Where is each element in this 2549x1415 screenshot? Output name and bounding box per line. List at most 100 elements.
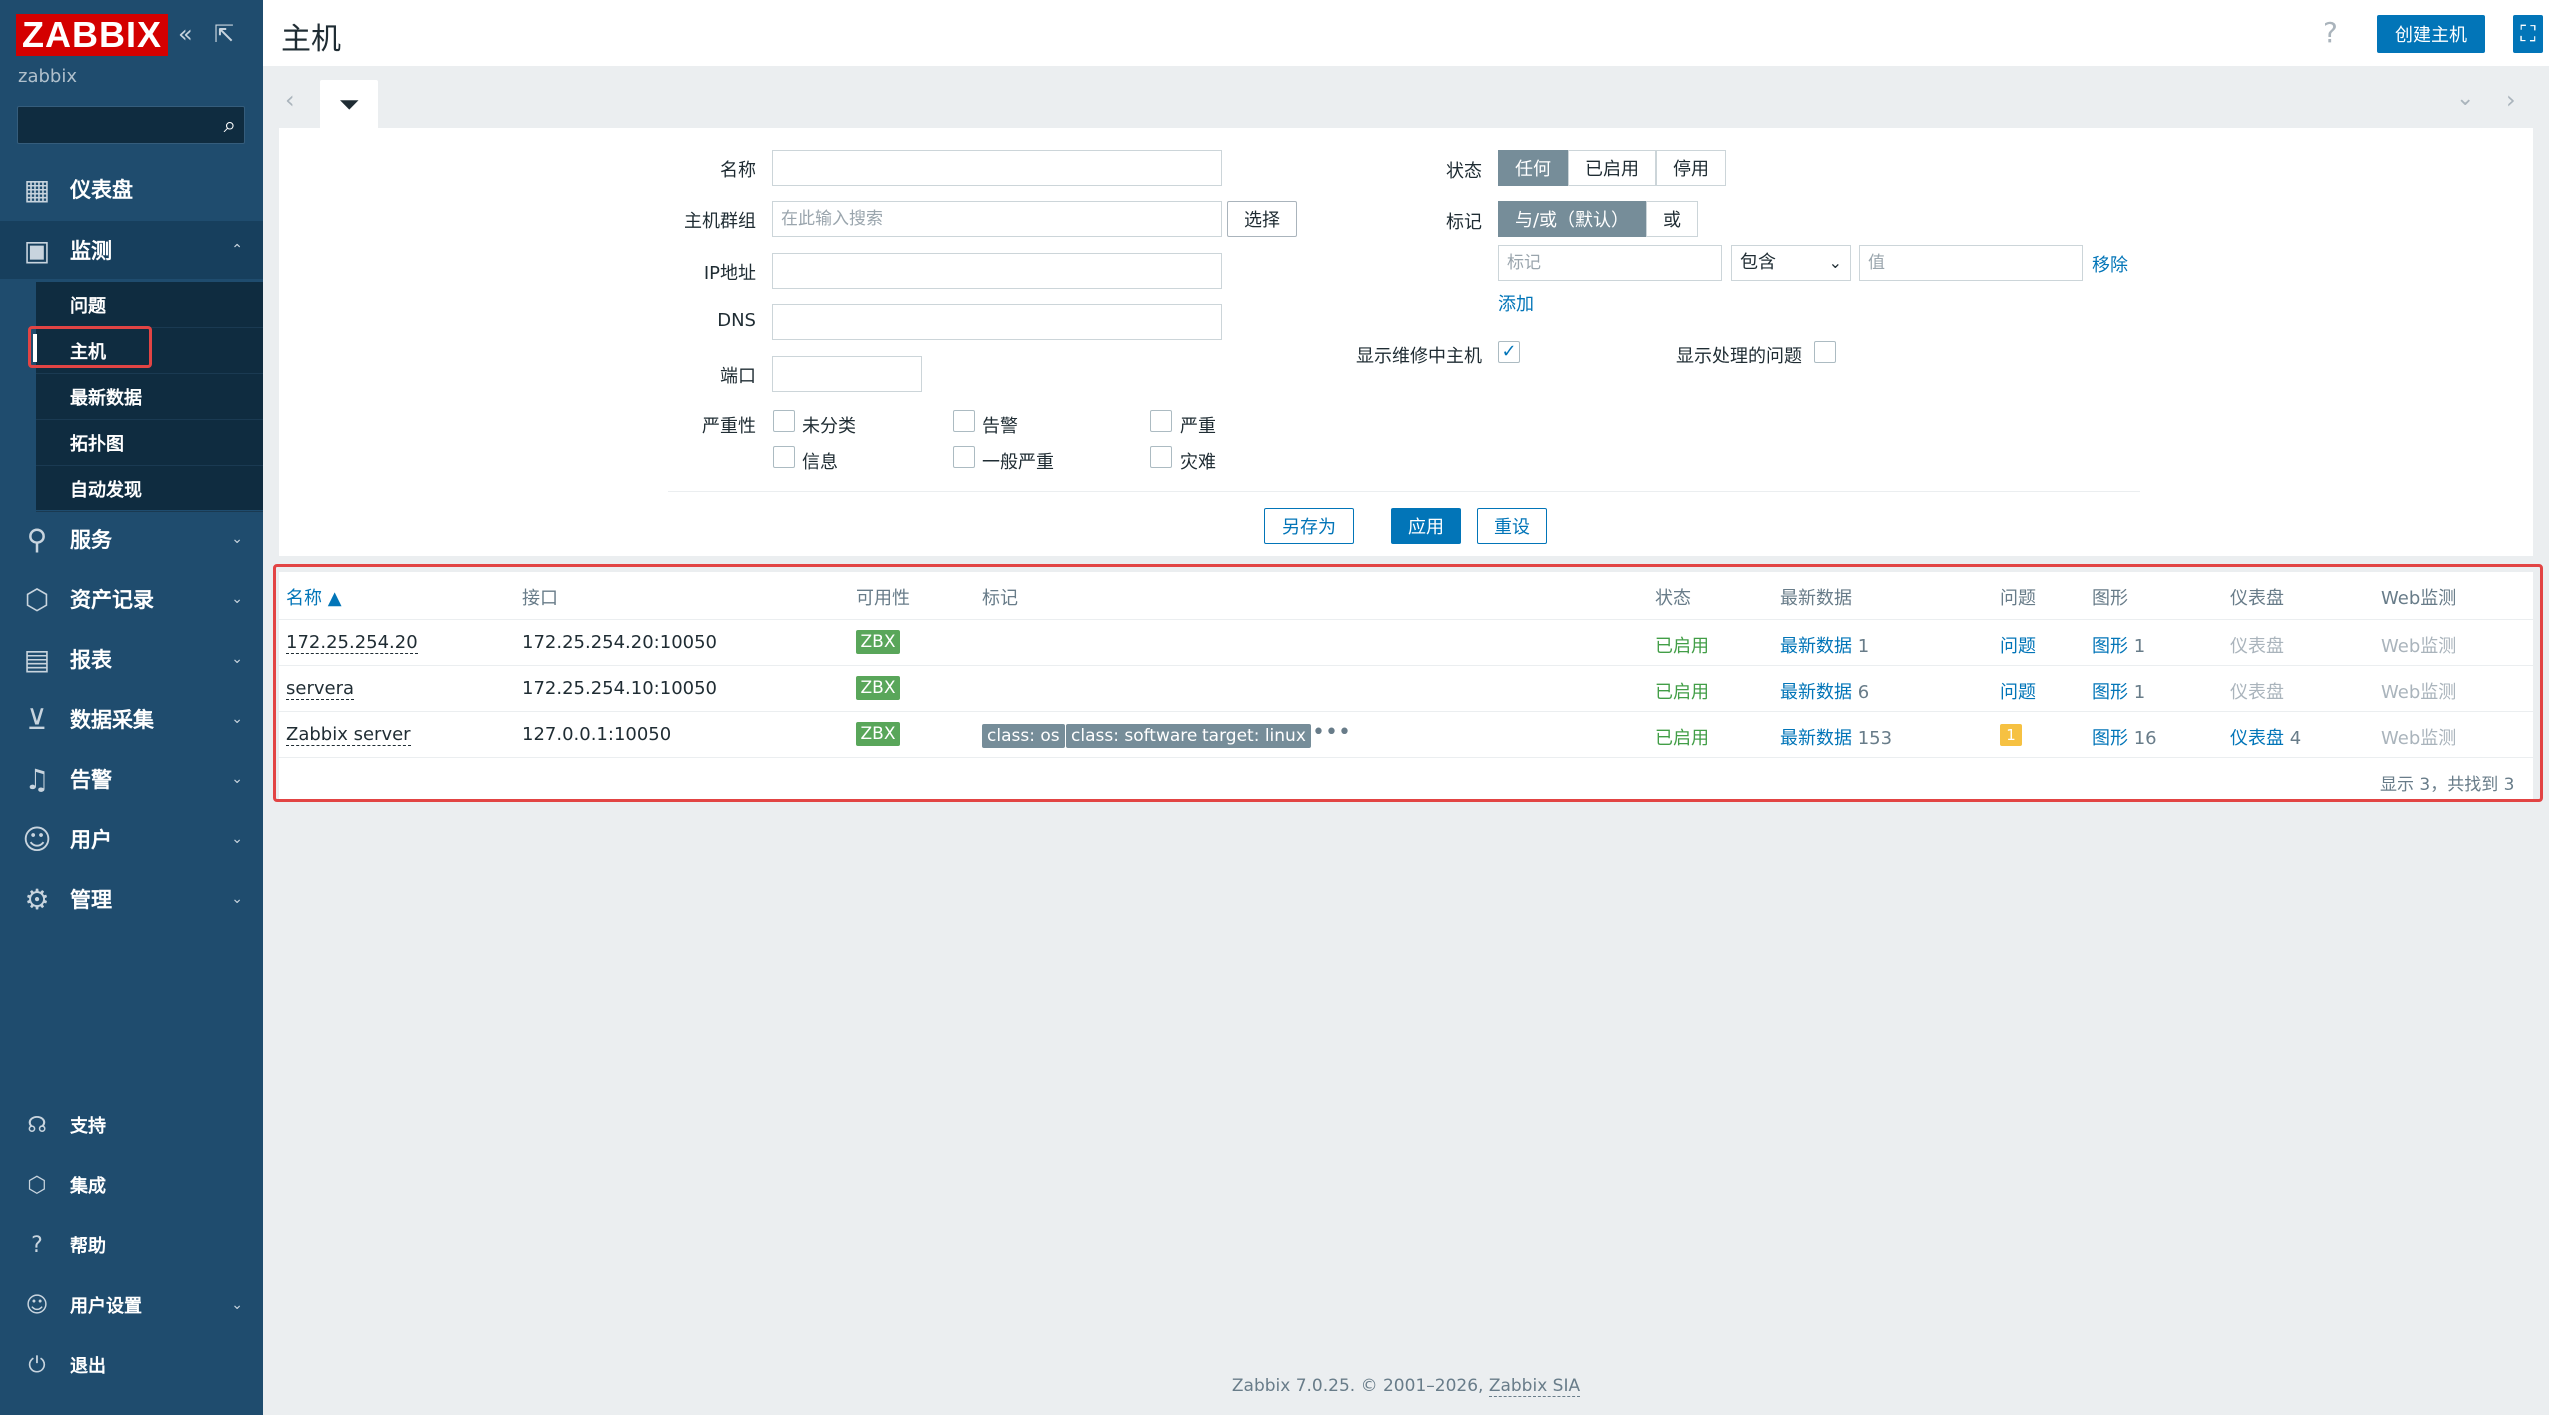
port-input[interactable] (772, 356, 922, 392)
show-maintenance-checkbox[interactable]: ✓ (1498, 341, 1520, 363)
help-icon[interactable]: ? (2323, 16, 2338, 49)
menu-dashboards[interactable]: ▦ 仪表盘 (0, 160, 263, 218)
chevron-right-icon[interactable]: › (2506, 86, 2516, 114)
filter-tab[interactable]: ⏷ (320, 80, 378, 130)
menu-alerts[interactable]: ♫ 告警 ⌄ (0, 750, 263, 808)
menu-label: 支持 (70, 1116, 106, 1137)
reset-button[interactable]: 重设 (1477, 508, 1547, 544)
create-host-button[interactable]: 创建主机 (2377, 15, 2485, 53)
menu-user-settings[interactable]: ☺ 用户设置 ⌄ (0, 1281, 263, 1329)
menu-inventory[interactable]: ⬡ 资产记录 ⌄ (0, 570, 263, 628)
menu-integrations[interactable]: ⬡ 集成 (0, 1161, 263, 1209)
chevron-down-icon: ⌄ (231, 771, 243, 787)
chevron-down-icon: ⌄ (231, 651, 243, 667)
footer-link[interactable]: Zabbix SIA (1488, 1376, 1581, 1397)
status-enabled-option[interactable]: 已启用 (1568, 150, 1656, 186)
remove-tag-link[interactable]: 移除 (2092, 251, 2128, 277)
menu-monitoring[interactable]: ▣ 监测 ⌃ (0, 221, 263, 279)
alerts-icon: ♫ (24, 762, 50, 796)
menu-sign-out[interactable]: ⏻ 退出 (0, 1341, 263, 1389)
chevron-down-icon: ⌄ (231, 891, 243, 907)
menu-support[interactable]: ☊ 支持 (0, 1101, 263, 1149)
search-icon[interactable]: ⌕ (224, 113, 236, 138)
severity-high-checkbox[interactable] (1150, 410, 1172, 432)
severity-average-checkbox[interactable] (953, 446, 975, 468)
chevron-left-icon[interactable]: ‹ (285, 86, 295, 114)
menu-label: 资产记录 (70, 588, 154, 612)
port-label: 端口 (720, 366, 756, 387)
severity-warning-checkbox[interactable] (953, 410, 975, 432)
submenu-discovery[interactable]: 自动发现 (36, 466, 263, 512)
show-suppressed-label: 显示处理的问题 (1676, 346, 1802, 367)
kiosk-mode-icon[interactable]: ⇱ (214, 20, 234, 48)
table-highlight-box (273, 564, 2543, 802)
status-disabled-option[interactable]: 停用 (1656, 150, 1726, 186)
monitoring-submenu: 问题 主机 最新数据 拓扑图 自动发现 (0, 282, 263, 512)
host-groups-input[interactable]: 在此输入搜索 (772, 201, 1222, 237)
zabbix-logo[interactable]: ZABBIX (16, 14, 168, 56)
chevron-down-icon: ⌄ (231, 531, 243, 547)
tag-operator-value: 包含 (1740, 252, 1776, 273)
services-icon: ⚲ (26, 522, 48, 556)
menu-users[interactable]: ☺ 用户 ⌄ (0, 810, 263, 868)
menu-label: 帮助 (70, 1236, 106, 1257)
menu-services[interactable]: ⚲ 服务 ⌄ (0, 510, 263, 568)
menu-label: 用户 (70, 828, 112, 852)
severity-label: 严重性 (702, 416, 756, 437)
severity-option: 告警 (982, 416, 1018, 437)
name-input[interactable] (772, 150, 1222, 186)
menu-help[interactable]: ? 帮助 (0, 1221, 263, 1269)
signout-icon: ⏻ (28, 1352, 46, 1378)
tags-label: 标记 (1446, 212, 1482, 233)
filter-icon: ⏷ (338, 89, 360, 120)
inventory-icon: ⬡ (24, 582, 50, 616)
select-button[interactable]: 选择 (1227, 201, 1297, 237)
submenu-latest-data[interactable]: 最新数据 (36, 374, 263, 420)
server-name: zabbix (18, 66, 77, 87)
tag-value-input[interactable]: 值 (1859, 245, 2083, 281)
reports-icon: ▤ (23, 642, 51, 676)
tag-operator-select[interactable]: 包含 ⌄ (1731, 245, 1851, 281)
show-suppressed-checkbox[interactable] (1814, 341, 1836, 363)
menu-administration[interactable]: ⚙ 管理 ⌄ (0, 870, 263, 928)
severity-not-classified-checkbox[interactable] (773, 410, 795, 432)
chevron-down-icon: ⌄ (231, 1297, 243, 1313)
severity-disaster-checkbox[interactable] (1150, 446, 1172, 468)
chevron-down-icon: ⌄ (1828, 253, 1842, 272)
menu-reports[interactable]: ▤ 报表 ⌄ (0, 630, 263, 688)
tag-and-or-option[interactable]: 与/或（默认） (1498, 201, 1646, 237)
dashboard-icon: ▦ (23, 172, 51, 206)
status-label: 状态 (1446, 161, 1482, 182)
submenu-problems[interactable]: 问题 (36, 282, 263, 328)
collapse-sidebar-icon[interactable]: « (178, 20, 193, 48)
severity-option: 严重 (1180, 416, 1216, 437)
menu-label: 告警 (70, 768, 112, 792)
add-tag-link[interactable]: 添加 (1498, 290, 1534, 316)
save-as-button[interactable]: 另存为 (1264, 508, 1354, 544)
sidebar-search-input[interactable]: ⌕ (17, 106, 245, 144)
tag-or-option[interactable]: 或 (1646, 201, 1698, 237)
tag-name-input[interactable]: 标记 (1498, 245, 1722, 281)
severity-information-checkbox[interactable] (773, 446, 795, 468)
show-maintenance-label: 显示维修中主机 (1356, 346, 1482, 367)
menu-label: 退出 (70, 1356, 106, 1377)
fullscreen-icon[interactable]: ⛶ (2513, 15, 2543, 53)
ip-label: IP地址 (703, 263, 756, 284)
chevron-down-icon[interactable]: ⌄ (2456, 86, 2474, 111)
severity-option: 灾难 (1180, 452, 1216, 473)
menu-label: 报表 (70, 648, 112, 672)
sidebar: ZABBIX « ⇱ zabbix ⌕ ▦ 仪表盘 ▣ 监测 ⌃ 问题 主机 最… (0, 0, 263, 1415)
menu-data-collection[interactable]: ⊻ 数据采集 ⌄ (0, 690, 263, 748)
ip-input[interactable] (772, 253, 1222, 289)
dns-input[interactable] (772, 304, 1222, 340)
menu-label: 用户设置 (70, 1296, 142, 1317)
chevron-up-icon: ⌃ (231, 242, 243, 258)
help-icon: ? (31, 1232, 43, 1258)
user-settings-icon: ☺ (25, 1292, 49, 1318)
status-any-option[interactable]: 任何 (1498, 150, 1568, 186)
name-label: 名称 (720, 160, 756, 181)
submenu-maps[interactable]: 拓扑图 (36, 420, 263, 466)
host-groups-label: 主机群组 (684, 211, 756, 232)
menu-label: 管理 (70, 888, 112, 912)
apply-button[interactable]: 应用 (1391, 508, 1461, 544)
